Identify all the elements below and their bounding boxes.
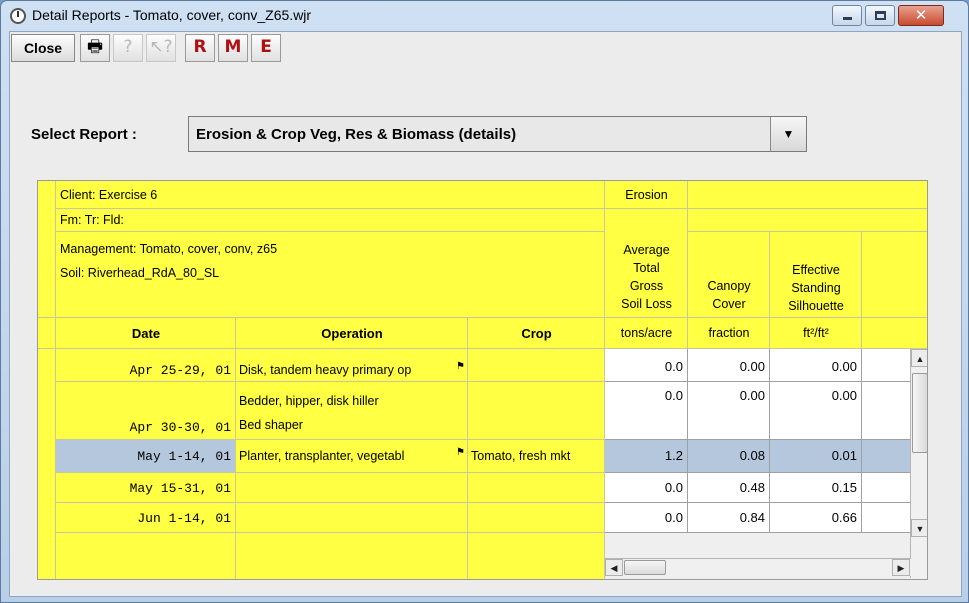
report-e-icon[interactable]: E xyxy=(251,34,281,62)
maximize-button[interactable] xyxy=(865,5,895,26)
select-report-value: Erosion & Crop Veg, Res & Biomass (detai… xyxy=(196,126,517,143)
table-row-date[interactable]: Apr 30-30, 01 xyxy=(56,382,236,440)
unit-soil-loss: tons/acre xyxy=(605,318,688,349)
row-gutter xyxy=(38,181,56,318)
help-icon[interactable]: ? xyxy=(113,34,143,62)
select-report-label: Select Report : xyxy=(31,126,137,143)
table-cell-soil-loss[interactable]: 0.0 xyxy=(605,382,688,440)
close-button[interactable]: Close xyxy=(11,34,75,62)
table-row-crop[interactable] xyxy=(468,349,605,382)
scroll-right-icon[interactable]: ▶ xyxy=(892,559,910,576)
scroll-up-icon[interactable]: ▲ xyxy=(911,349,927,367)
table-row-operation[interactable]: Disk, tandem heavy primary op ⚑ xyxy=(236,349,468,382)
row-gutter xyxy=(38,349,56,579)
maximize-icon xyxy=(875,11,886,20)
group-blank-2 xyxy=(688,209,927,232)
unit-canopy: fraction xyxy=(688,318,770,349)
title-bar[interactable]: Detail Reports - Tomato, cover, conv_Z65… xyxy=(1,1,968,31)
table-row-date[interactable]: Jun 1-14, 01 xyxy=(56,503,236,533)
table-row-crop[interactable] xyxy=(468,382,605,440)
table-row-date[interactable]: May 1-14, 01 xyxy=(56,440,236,473)
horizontal-scrollbar[interactable]: ◀ ▶ xyxy=(605,558,911,576)
table-row-crop[interactable] xyxy=(468,533,605,579)
info-field: Fm: Tr: Fld: xyxy=(56,209,605,232)
table-cell-soil-loss[interactable]: 1.2 xyxy=(605,440,688,473)
info-soil: Soil: Riverhead_RdA_80_SL xyxy=(60,266,220,280)
col-header-operation[interactable]: Operation xyxy=(236,318,468,349)
report-window: Detail Reports - Tomato, cover, conv_Z65… xyxy=(0,0,969,603)
col-header-crop[interactable]: Crop xyxy=(468,318,605,349)
report-m-icon[interactable]: M xyxy=(218,34,248,62)
table-row-operation[interactable] xyxy=(236,473,468,503)
header-next-col xyxy=(862,232,927,318)
chevron-down-icon[interactable]: ▼ xyxy=(770,117,806,151)
table-row-operation[interactable]: Bedder, hipper, disk hiller Bed shaper xyxy=(236,382,468,440)
table-cell-soil-loss[interactable]: 0.0 xyxy=(605,349,688,382)
table-cell-canopy[interactable]: 0.84 xyxy=(688,503,770,533)
table-row-crop[interactable] xyxy=(468,503,605,533)
table-cell-canopy[interactable]: 0.00 xyxy=(688,382,770,440)
client-area: Close 🖶 ? ↖? R M E Select Report : Erosi… xyxy=(9,31,962,597)
minimize-button[interactable] xyxy=(832,5,862,26)
table-cell-soil-loss[interactable]: 0.0 xyxy=(605,473,688,503)
printer-icon[interactable]: 🖶 xyxy=(80,34,110,62)
select-report-dropdown[interactable]: Erosion & Crop Veg, Res & Biomass (detai… xyxy=(188,116,807,152)
scroll-down-icon[interactable]: ▼ xyxy=(911,519,927,537)
flag-icon: ⚑ xyxy=(456,361,465,372)
clock-icon xyxy=(10,8,26,24)
table-row-crop[interactable]: Tomato, fresh mkt xyxy=(468,440,605,473)
vertical-scrollbar[interactable]: ▲ ▼ xyxy=(910,349,927,578)
group-erosion: Erosion xyxy=(605,181,688,209)
table-row-operation[interactable]: Planter, transplanter, vegetabl ⚑ xyxy=(236,440,468,473)
flag-icon: ⚑ xyxy=(456,447,465,458)
info-block: Management: Tomato, cover, conv, z65 Soi… xyxy=(56,232,605,318)
table-cell-canopy[interactable]: 0.08 xyxy=(688,440,770,473)
header-canopy: Canopy Cover xyxy=(688,232,770,318)
header-silhouette: Effective Standing Silhouette xyxy=(770,232,862,318)
unit-silhouette: ft²/ft² xyxy=(770,318,862,349)
table-cell-silhouette[interactable]: 0.00 xyxy=(770,349,862,382)
group-blank xyxy=(688,181,927,209)
info-client: Client: Exercise 6 xyxy=(56,181,605,209)
window-title: Detail Reports - Tomato, cover, conv_Z65… xyxy=(32,7,312,23)
table-row-date[interactable]: Apr 25-29, 01 xyxy=(56,349,236,382)
table-cell-silhouette[interactable]: 0.01 xyxy=(770,440,862,473)
table-row-operation[interactable] xyxy=(236,533,468,579)
info-management: Management: Tomato, cover, conv, z65 xyxy=(60,242,278,256)
table-cell-silhouette[interactable]: 0.00 xyxy=(770,382,862,440)
table-cell-canopy[interactable]: 0.00 xyxy=(688,349,770,382)
close-icon: ✕ xyxy=(914,6,928,24)
context-help-icon[interactable]: ↖? xyxy=(146,34,176,62)
report-r-icon[interactable]: R xyxy=(185,34,215,62)
table-cell-canopy[interactable]: 0.48 xyxy=(688,473,770,503)
table-cell-silhouette[interactable]: 0.15 xyxy=(770,473,862,503)
col-header-date[interactable]: Date xyxy=(56,318,236,349)
window-close-button[interactable]: ✕ xyxy=(898,5,944,26)
vertical-scroll-thumb[interactable] xyxy=(912,373,927,453)
row-gutter xyxy=(38,318,56,349)
table-row-operation[interactable] xyxy=(236,503,468,533)
header-soil-loss: Average Total Gross Soil Loss xyxy=(605,209,688,318)
table-cell-silhouette[interactable]: 0.66 xyxy=(770,503,862,533)
toolbar: Close 🖶 ? ↖? R M E xyxy=(10,32,961,66)
report-table: Client: Exercise 6 Fm: Tr: Fld: Manageme… xyxy=(37,180,928,580)
table-row-date[interactable] xyxy=(56,533,236,579)
horizontal-scroll-thumb[interactable] xyxy=(624,560,666,575)
unit-next-col xyxy=(862,318,927,349)
minimize-icon xyxy=(843,17,852,20)
table-row-date[interactable]: May 15-31, 01 xyxy=(56,473,236,503)
table-cell-soil-loss[interactable]: 0.0 xyxy=(605,503,688,533)
scroll-left-icon[interactable]: ◀ xyxy=(605,559,623,576)
table-row-crop[interactable] xyxy=(468,473,605,503)
